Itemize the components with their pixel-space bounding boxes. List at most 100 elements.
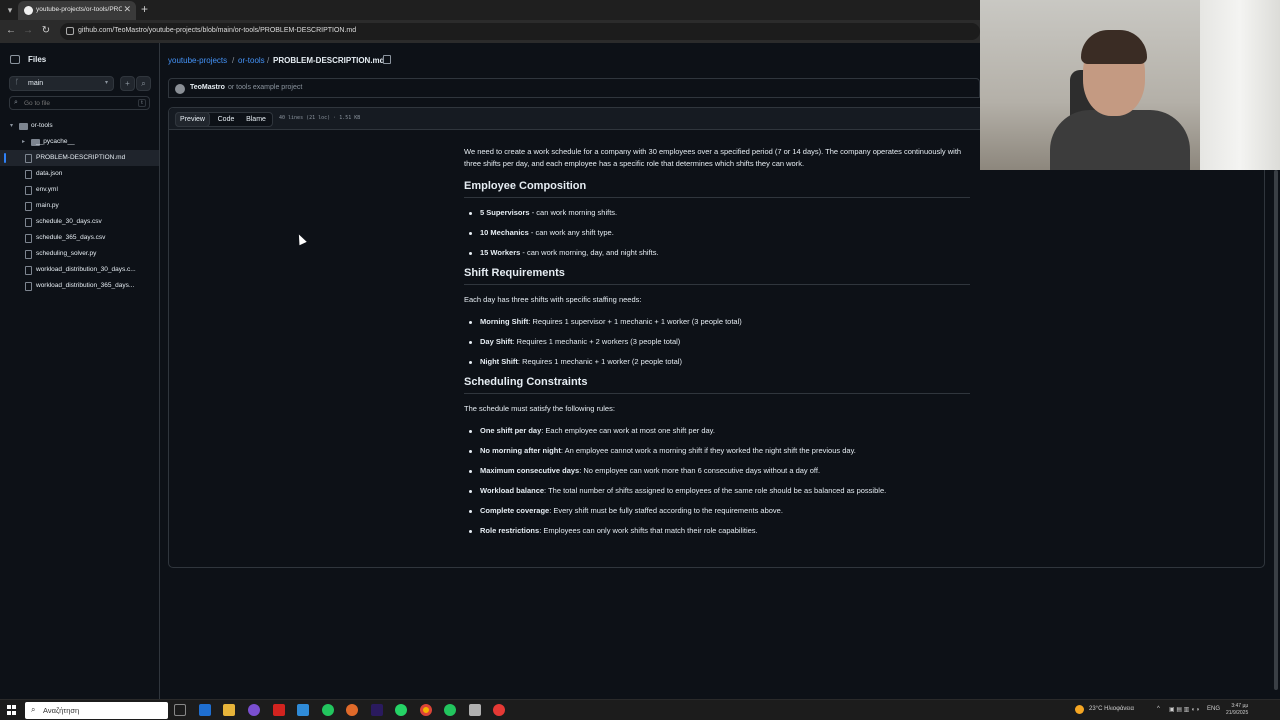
list-item: Day Shift: Requires 1 mechanic + 2 worke… [464, 336, 970, 348]
premiere-icon[interactable] [371, 704, 383, 716]
language-indicator[interactable]: ENG [1207, 706, 1220, 712]
breadcrumb-current-file: PROBLEM-DESCRIPTION.md [273, 56, 385, 65]
forward-icon[interactable]: → [22, 25, 34, 36]
viber-icon[interactable] [248, 704, 260, 716]
taskbar-search-placeholder: Αναζήτηση [43, 706, 80, 715]
outlook-icon[interactable] [199, 704, 211, 716]
chevron-down-icon[interactable]: ▾ [10, 122, 13, 129]
taskbar-search[interactable]: ⌕ Αναζήτηση [25, 702, 168, 719]
close-tab-icon[interactable]: ✕ [123, 4, 131, 15]
tree-item-label: data.json [36, 170, 63, 177]
list-item-term: Workload balance [480, 486, 545, 495]
breadcrumb-folder-link[interactable]: or-tools [238, 56, 265, 65]
section-lead: The schedule must satisfy the following … [464, 404, 615, 413]
section-heading: Shift Requirements [464, 267, 970, 285]
browser-tab-active[interactable]: youtube-projects/or-tools/PRO ✕ [18, 1, 136, 20]
chevron-right-icon[interactable]: ▸ [22, 138, 25, 145]
list-item-text: - can work any shift type. [528, 228, 614, 237]
list-item-term: Night Shift [480, 357, 518, 366]
list-item-term: 10 Mechanics [480, 228, 529, 237]
go-to-file-field[interactable]: ⌕ t [9, 96, 150, 110]
list-item-text: : Requires 1 supervisor + 1 mechanic + 1… [528, 317, 742, 326]
commit-message[interactable]: or tools example project [228, 84, 302, 91]
tree-item-label: workload_distribution_30_days.c... [36, 266, 136, 273]
scroll-thumb[interactable] [1274, 170, 1278, 690]
list-item: One shift per day: Each employee can wor… [464, 425, 970, 437]
webcam-person-hair [1081, 30, 1147, 64]
tree-file[interactable]: workload_distribution_30_days.c... [0, 262, 159, 278]
reload-icon[interactable]: ↻ [40, 25, 52, 36]
add-file-button[interactable]: + [120, 76, 135, 91]
tree-file[interactable]: main.py [0, 198, 159, 214]
show-hidden-icons[interactable]: ^ [1157, 706, 1160, 712]
windows-taskbar: ⌕ Αναζήτηση 23°C Ηλιοφάνεια ^ ▣ ▤ ▥ ◖ ◗ … [0, 699, 1280, 720]
tab-list-icon[interactable]: ▾ [4, 4, 16, 16]
list-item-term: 5 Supervisors [480, 208, 530, 217]
windows-start-icon[interactable] [7, 705, 17, 715]
breadcrumb-repo-link[interactable]: youtube-projects [168, 56, 227, 65]
tree-file[interactable]: schedule_30_days.csv [0, 214, 159, 230]
tab-title: youtube-projects/or-tools/PRO [36, 6, 122, 13]
tree-item-label: workload_distribution_365_days... [36, 282, 135, 289]
tab-code[interactable]: Code [214, 113, 238, 126]
tree-file[interactable]: workload_distribution_365_days... [0, 278, 159, 294]
snipping-tool-icon[interactable] [469, 704, 481, 716]
whatsapp-icon[interactable] [395, 704, 407, 716]
tree-folder[interactable]: ▾ or-tools [0, 118, 159, 134]
tree-file[interactable]: data.json [0, 166, 159, 182]
tree-file[interactable]: env.yml [0, 182, 159, 198]
file-icon [25, 202, 32, 211]
doc-sections: Employee Composition 5 Supervisors - can … [464, 180, 970, 537]
go-to-file-input[interactable] [24, 98, 134, 108]
branch-selector[interactable]: ᚴ main ▾ [9, 76, 114, 91]
tab-preview[interactable]: Preview [175, 112, 210, 127]
app-icon[interactable] [444, 704, 456, 716]
site-info-icon[interactable] [66, 27, 74, 35]
intro-paragraph: We need to create a work schedule for a … [464, 147, 962, 168]
recording-app-icon[interactable] [493, 704, 505, 716]
url-field[interactable]: github.com/TeoMastro/youtube-projects/bl… [60, 23, 980, 40]
sidebar-collapse-icon[interactable] [10, 55, 20, 64]
list-item-term: Morning Shift [480, 317, 529, 326]
list-item-text: : Every shift must be fully staffed acco… [549, 506, 783, 515]
new-tab-icon[interactable]: + [141, 2, 148, 16]
netflix-icon[interactable] [273, 704, 285, 716]
tree-file[interactable]: PROBLEM-DESCRIPTION.md [0, 150, 159, 166]
search-icon: ⌕ [31, 705, 36, 714]
webcam-curtain [1200, 0, 1280, 170]
webcam-person-body [1050, 110, 1190, 170]
search-icon[interactable]: ⌕ [136, 76, 151, 91]
weather-icon[interactable] [1075, 705, 1084, 714]
clock[interactable]: 3:47 μμ 21/9/2025 [1226, 703, 1248, 717]
tree-item-label: scheduling_solver.py [36, 250, 97, 257]
tree-item-label: main.py [36, 202, 59, 209]
tab-blame[interactable]: Blame [242, 113, 270, 126]
url-text: github.com/TeoMastro/youtube-projects/bl… [78, 27, 357, 34]
commit-author[interactable]: TeoMastro [190, 84, 225, 91]
file-icon [25, 250, 32, 259]
page-scrollbar[interactable] [1272, 170, 1280, 700]
list-item: 5 Supervisors - can work morning shifts. [464, 207, 970, 219]
list-item-text: : Employees can only work shifts that ma… [539, 526, 758, 535]
spotify-icon[interactable] [322, 704, 334, 716]
vscode-icon[interactable] [297, 704, 309, 716]
list-item-text: : Each employee can work at most one shi… [541, 426, 715, 435]
search-icon: ⌕ [14, 99, 18, 106]
tree-folder[interactable]: ▸ __pycache__ [0, 134, 159, 150]
weather-text[interactable]: 23°C Ηλιοφάνεια [1089, 706, 1134, 712]
tray-icons[interactable]: ▣ ▤ ▥ ◖ ◗ [1169, 706, 1200, 713]
back-icon[interactable]: ← [5, 25, 17, 36]
tree-file[interactable]: scheduling_solver.py [0, 246, 159, 262]
list-item-term: 15 Workers [480, 248, 521, 257]
task-view-icon[interactable] [174, 704, 186, 716]
copy-path-icon[interactable] [383, 55, 391, 64]
chrome-icon[interactable] [420, 704, 432, 716]
file-explorer-icon[interactable] [223, 704, 235, 716]
file-icon [25, 282, 32, 291]
firefox-icon[interactable] [346, 704, 358, 716]
list-item: 10 Mechanics - can work any shift type. [464, 227, 970, 239]
view-mode-switch: Preview Code Blame [175, 112, 273, 127]
tree-file[interactable]: schedule_365_days.csv [0, 230, 159, 246]
avatar[interactable] [175, 84, 185, 94]
list-item-text: - can work morning shifts. [529, 208, 618, 217]
